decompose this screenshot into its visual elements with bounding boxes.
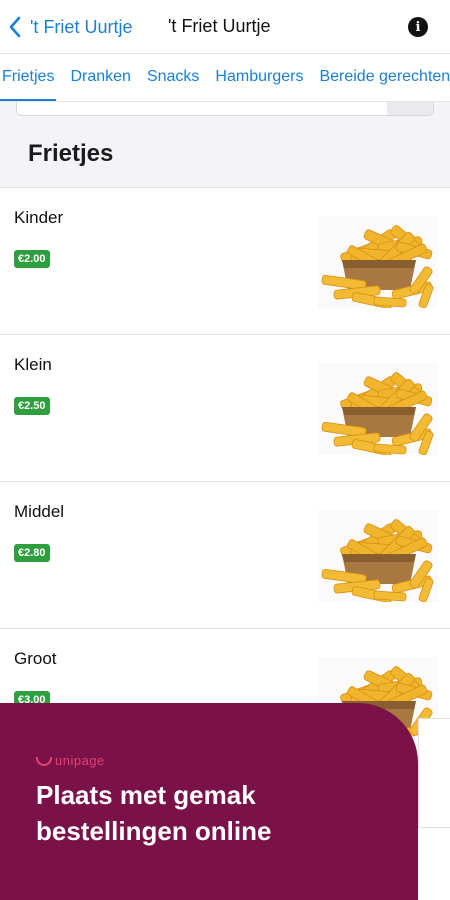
section-title: Frietjes [28,140,114,167]
tab-dranken[interactable]: Dranken [70,54,130,101]
back-label: 't Friet Uurtje [30,16,133,37]
product-name: Klein [14,355,52,374]
tab-hamburgers[interactable]: Hamburgers [215,54,303,101]
promo-banner[interactable]: unipage Plaats met gemak bestellingen on… [0,703,418,900]
product-name: Middel [14,502,65,521]
section-header: Frietjes [0,102,450,188]
fries-image [318,216,438,308]
info-icon[interactable]: i [408,17,428,37]
tab-frietjes[interactable]: Frietjes [0,54,57,101]
fries-illustration [321,519,434,602]
card-edge [418,718,450,828]
promo-text: Plaats met gemak bestellingen online [36,780,272,846]
fries-image [318,363,438,455]
navigation-bar: 't Friet Uurtje 't Friet Uurtje i [0,0,450,54]
page-title: 't Friet Uurtje [168,16,271,36]
product-item-klein[interactable]: Klein €2.50 [0,335,450,482]
fries-illustration [321,225,434,308]
price-badge: €2.80 [14,544,50,562]
logo-wordmark: unipage [55,753,105,768]
product-name: Kinder [14,208,64,227]
search-button[interactable] [387,102,433,115]
product-item-middel[interactable]: Middel €2.80 [0,482,450,629]
tab-snacks[interactable]: Snacks [147,54,199,101]
price-badge: €2.50 [14,397,50,415]
price-badge: €2.00 [14,250,50,268]
fries-image [318,510,438,602]
logo-mark-icon [36,757,52,766]
search-input[interactable] [16,102,434,116]
fries-illustration [321,372,434,455]
back-button[interactable]: 't Friet Uurtje [8,14,132,40]
unipage-logo: unipage [36,753,105,768]
product-item-kinder[interactable]: Kinder €2.00 [0,188,450,335]
category-tabs: Frietjes Dranken Snacks Hamburgers Berei… [0,54,450,102]
tab-bereide-gerechten[interactable]: Bereide gerechten [319,54,450,101]
product-name: Groot [14,649,57,668]
chevron-left-icon [9,16,21,38]
